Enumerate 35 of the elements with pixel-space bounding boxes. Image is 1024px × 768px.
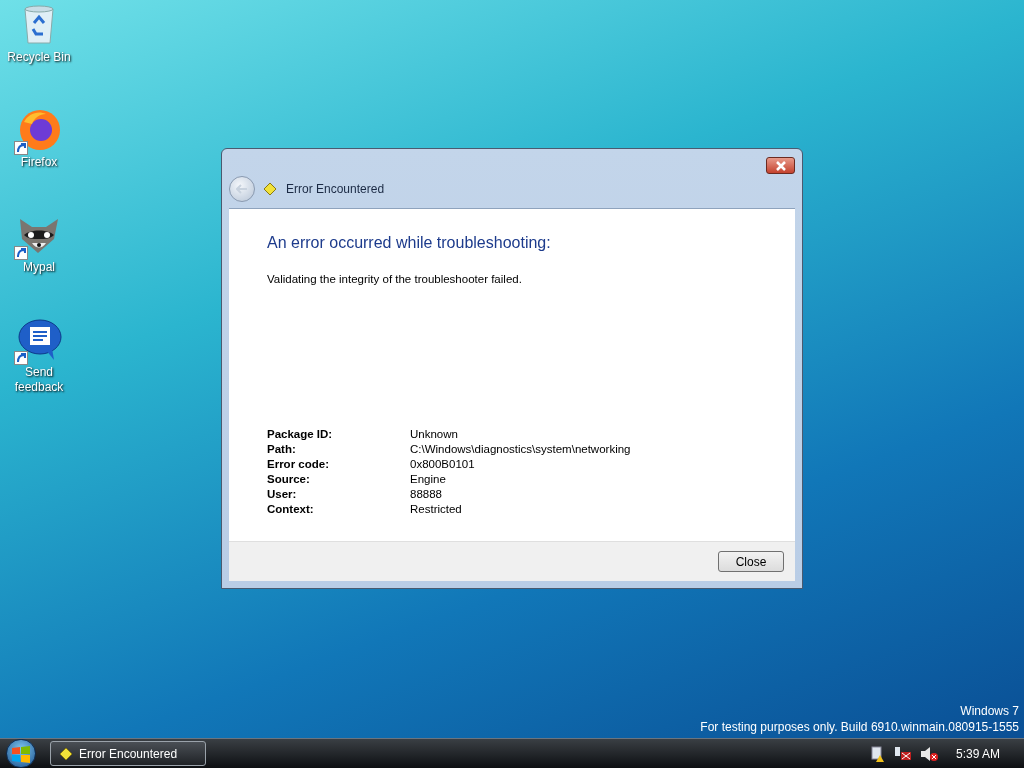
close-icon [774,160,787,171]
detail-label: Path: [267,442,297,457]
detail-label: Error code: [267,457,330,472]
detail-value: 88888 [410,487,443,502]
desktop-icon-label[interactable]: Firefox [3,155,75,170]
desktop-icon-label[interactable]: Recycle Bin [3,50,75,65]
detail-value: 0x800B0101 [410,457,476,472]
speaker-muted-icon[interactable] [918,744,939,763]
detail-label: Context: [267,502,315,517]
error-message: Validating the integrity of the troubleshooter failed. [267,272,523,287]
desktop-icon-label[interactable]: Mypal [3,260,75,275]
detail-label: Source: [267,472,311,487]
detail-value: C:\Windows\diagnostics\system\networking [410,442,632,457]
taskbar-button[interactable]: Error Encountered [50,741,206,766]
detail-value: Restricted [410,502,463,517]
diamond-warning-icon [263,181,277,196]
close-button[interactable] [766,157,795,174]
detail-value: Unknown [410,427,459,442]
dialog-title: Error Encountered [286,180,385,198]
error-heading: An error occurred while troubleshooting: [267,233,552,253]
close-dialog-button[interactable]: Close [718,551,784,572]
detail-value: Engine [410,472,447,487]
detail-label: Package ID: [267,427,334,442]
desktop-icon-label[interactable]: Send feedback [3,365,75,395]
diamond-warning-icon [59,746,73,761]
windows-logo-icon [11,744,31,763]
speech-bubble-icon[interactable] [16,318,62,362]
detail-label: User: [267,487,298,502]
start-button[interactable] [6,739,36,768]
build-watermark: For testing purposes only. Build 6910.winmain.080915-1555 [700,719,1019,735]
back-arrow-icon [236,183,248,194]
network-disconnected-icon[interactable] [892,744,913,763]
network-warning-icon[interactable] [868,744,887,763]
clock[interactable]: 5:39 AM [955,744,1000,763]
edition-watermark: Windows 7 [960,703,1019,719]
